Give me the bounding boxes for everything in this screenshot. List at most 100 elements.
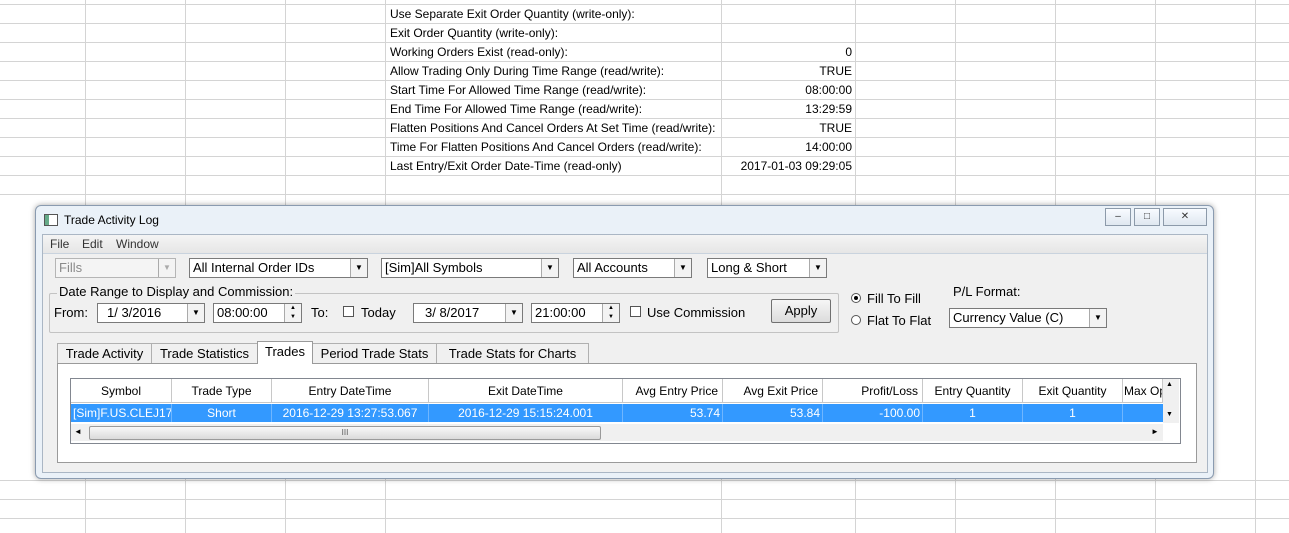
sheet-cell-label[interactable]: Use Separate Exit Order Quantity (write-…	[390, 5, 635, 23]
apply-button[interactable]: Apply	[771, 299, 831, 323]
cell-entry-quantity[interactable]: 1	[923, 404, 1023, 422]
cell-trade-type[interactable]: Short	[172, 404, 272, 422]
pl-format-value: Currency Value (C)	[953, 310, 1064, 325]
column-header-avg-entry-price[interactable]: Avg Entry Price	[623, 379, 723, 403]
minimize-button[interactable]: –	[1105, 208, 1131, 226]
fill-to-fill-radio[interactable]	[851, 293, 861, 303]
title-bar[interactable]: Trade Activity Log – □ ✕	[36, 206, 1213, 234]
chevron-down-icon[interactable]: ▼	[1089, 309, 1106, 327]
accounts-value: All Accounts	[577, 260, 648, 275]
spinner-icon[interactable]: ▲ ▼	[602, 304, 619, 322]
horizontal-scrollbar[interactable]: ◄ III ►	[71, 424, 1163, 441]
chevron-down-icon[interactable]: ▼	[350, 259, 367, 277]
trades-grid[interactable]: Symbol Trade Type Entry DateTime Exit Da…	[70, 378, 1181, 444]
sheet-cell-value[interactable]: 13:29:59	[722, 100, 852, 118]
grid-line	[0, 175, 1289, 176]
to-time-field[interactable]: 21:00:00 ▲ ▼	[531, 303, 620, 323]
symbols-dropdown[interactable]: [Sim]All Symbols ▼	[381, 258, 559, 278]
sheet-cell-label[interactable]: Start Time For Allowed Time Range (read/…	[390, 81, 646, 99]
from-time-field[interactable]: 08:00:00 ▲ ▼	[213, 303, 302, 323]
sheet-cell-label[interactable]: Working Orders Exist (read-only):	[390, 43, 568, 61]
cell-symbol[interactable]: [Sim]F.US.CLEJ17	[71, 404, 172, 422]
menu-file[interactable]: File	[50, 237, 69, 251]
cell-avg-entry-price[interactable]: 53.74	[623, 404, 723, 422]
spinner-icon[interactable]: ▲ ▼	[284, 304, 301, 322]
scroll-thumb[interactable]: III	[89, 426, 601, 440]
cell-max-open[interactable]	[1123, 404, 1163, 422]
cell-entry-datetime[interactable]: 2016-12-29 13:27:53.067	[272, 404, 429, 422]
from-date-value: 1/ 3/2016	[107, 305, 162, 320]
menu-window[interactable]: Window	[116, 237, 159, 251]
use-commission-checkbox[interactable]	[630, 306, 641, 317]
chevron-down-icon[interactable]: ▼	[187, 304, 204, 322]
today-checkbox[interactable]	[343, 306, 354, 317]
flat-to-flat-radio[interactable]	[851, 315, 861, 325]
chevron-down-icon[interactable]: ▼	[674, 259, 691, 277]
tab-trade-stats-for-charts[interactable]: Trade Stats for Charts	[436, 343, 589, 363]
grid-line	[0, 480, 1289, 481]
sheet-cell-label[interactable]: Flatten Positions And Cancel Orders At S…	[390, 119, 715, 137]
sheet-cell-value[interactable]	[722, 24, 852, 42]
menu-bar: File Edit Window	[43, 235, 1207, 254]
to-label: To:	[311, 305, 329, 320]
sheet-cell-value[interactable]: 2017-01-03 09:29:05	[722, 157, 852, 175]
sheet-cell-value[interactable]	[722, 5, 852, 23]
order-ids-dropdown[interactable]: All Internal Order IDs ▼	[189, 258, 368, 278]
column-header-max-open[interactable]: Max Op	[1123, 379, 1163, 403]
column-header-exit-datetime[interactable]: Exit DateTime	[429, 379, 623, 403]
to-date-value: 3/ 8/2017	[425, 305, 480, 320]
sheet-cell-value[interactable]: 14:00:00	[722, 138, 852, 156]
side-value: Long & Short	[711, 260, 787, 275]
sheet-cell-label[interactable]: Last Entry/Exit Order Date-Time (read-on…	[390, 157, 622, 175]
to-date-picker[interactable]: 3/ 8/2017 ▼	[413, 303, 523, 323]
menu-edit[interactable]: Edit	[82, 237, 103, 251]
flat-to-flat-label: Flat To Flat	[867, 313, 932, 328]
column-header-profit-loss[interactable]: Profit/Loss	[823, 379, 923, 403]
sheet-cell-value[interactable]: TRUE	[722, 119, 852, 137]
chevron-down-icon[interactable]: ▼	[809, 259, 826, 277]
column-header-avg-exit-price[interactable]: Avg Exit Price	[723, 379, 823, 403]
scroll-right-icon[interactable]: ►	[1151, 427, 1159, 436]
close-button[interactable]: ✕	[1163, 208, 1207, 226]
sheet-cell-label[interactable]: Exit Order Quantity (write-only):	[390, 24, 558, 42]
use-commission-label: Use Commission	[647, 305, 746, 320]
trade-activity-log-window: Trade Activity Log – □ ✕ File Edit Windo…	[35, 205, 1214, 479]
from-date-picker[interactable]: 1/ 3/2016 ▼	[97, 303, 205, 323]
grid-line	[0, 23, 1289, 24]
sheet-cell-value[interactable]: 08:00:00	[722, 81, 852, 99]
cell-avg-exit-price[interactable]: 53.84	[723, 404, 823, 422]
tab-trade-activity[interactable]: Trade Activity	[57, 343, 152, 363]
pl-format-dropdown[interactable]: Currency Value (C) ▼	[949, 308, 1107, 328]
fill-to-fill-label: Fill To Fill	[867, 291, 921, 306]
side-dropdown[interactable]: Long & Short ▼	[707, 258, 827, 278]
column-header-symbol[interactable]: Symbol	[71, 379, 172, 403]
scroll-left-icon[interactable]: ◄	[74, 427, 82, 436]
vertical-scrollbar[interactable]: ▲ ▼	[1163, 379, 1179, 423]
scroll-down-icon[interactable]: ▼	[1166, 411, 1173, 418]
column-header-exit-quantity[interactable]: Exit Quantity	[1023, 379, 1123, 403]
sheet-cell-label[interactable]: Allow Trading Only During Time Range (re…	[390, 62, 664, 80]
sheet-cell-label[interactable]: Time For Flatten Positions And Cancel Or…	[390, 138, 702, 156]
column-header-trade-type[interactable]: Trade Type	[172, 379, 272, 403]
from-time-value: 08:00:00	[217, 305, 268, 320]
chevron-down-icon[interactable]: ▼	[505, 304, 522, 322]
cell-profit-loss[interactable]: -100.00	[823, 404, 923, 422]
cell-exit-datetime[interactable]: 2016-12-29 15:15:24.001	[429, 404, 623, 422]
column-header-entry-datetime[interactable]: Entry DateTime	[272, 379, 429, 403]
table-row[interactable]: [Sim]F.US.CLEJ17 Short 2016-12-29 13:27:…	[71, 404, 1163, 422]
accounts-dropdown[interactable]: All Accounts ▼	[573, 258, 692, 278]
tab-period-trade-stats[interactable]: Period Trade Stats	[312, 343, 437, 363]
chevron-down-icon[interactable]: ▼	[541, 259, 558, 277]
column-header-entry-quantity[interactable]: Entry Quantity	[923, 379, 1023, 403]
restore-button[interactable]: □	[1134, 208, 1160, 226]
sheet-cell-value[interactable]: 0	[722, 43, 852, 61]
trades-tab-panel: Symbol Trade Type Entry DateTime Exit Da…	[57, 363, 1197, 463]
cell-exit-quantity[interactable]: 1	[1023, 404, 1123, 422]
scroll-up-icon[interactable]: ▲	[1166, 381, 1173, 388]
sheet-cell-value[interactable]: TRUE	[722, 62, 852, 80]
tab-trades[interactable]: Trades	[257, 341, 313, 364]
sheet-cell-label[interactable]: End Time For Allowed Time Range (read/wr…	[390, 100, 642, 118]
window-icon	[44, 214, 58, 226]
tab-trade-statistics[interactable]: Trade Statistics	[151, 343, 258, 363]
pl-format-label: P/L Format:	[953, 284, 1021, 299]
